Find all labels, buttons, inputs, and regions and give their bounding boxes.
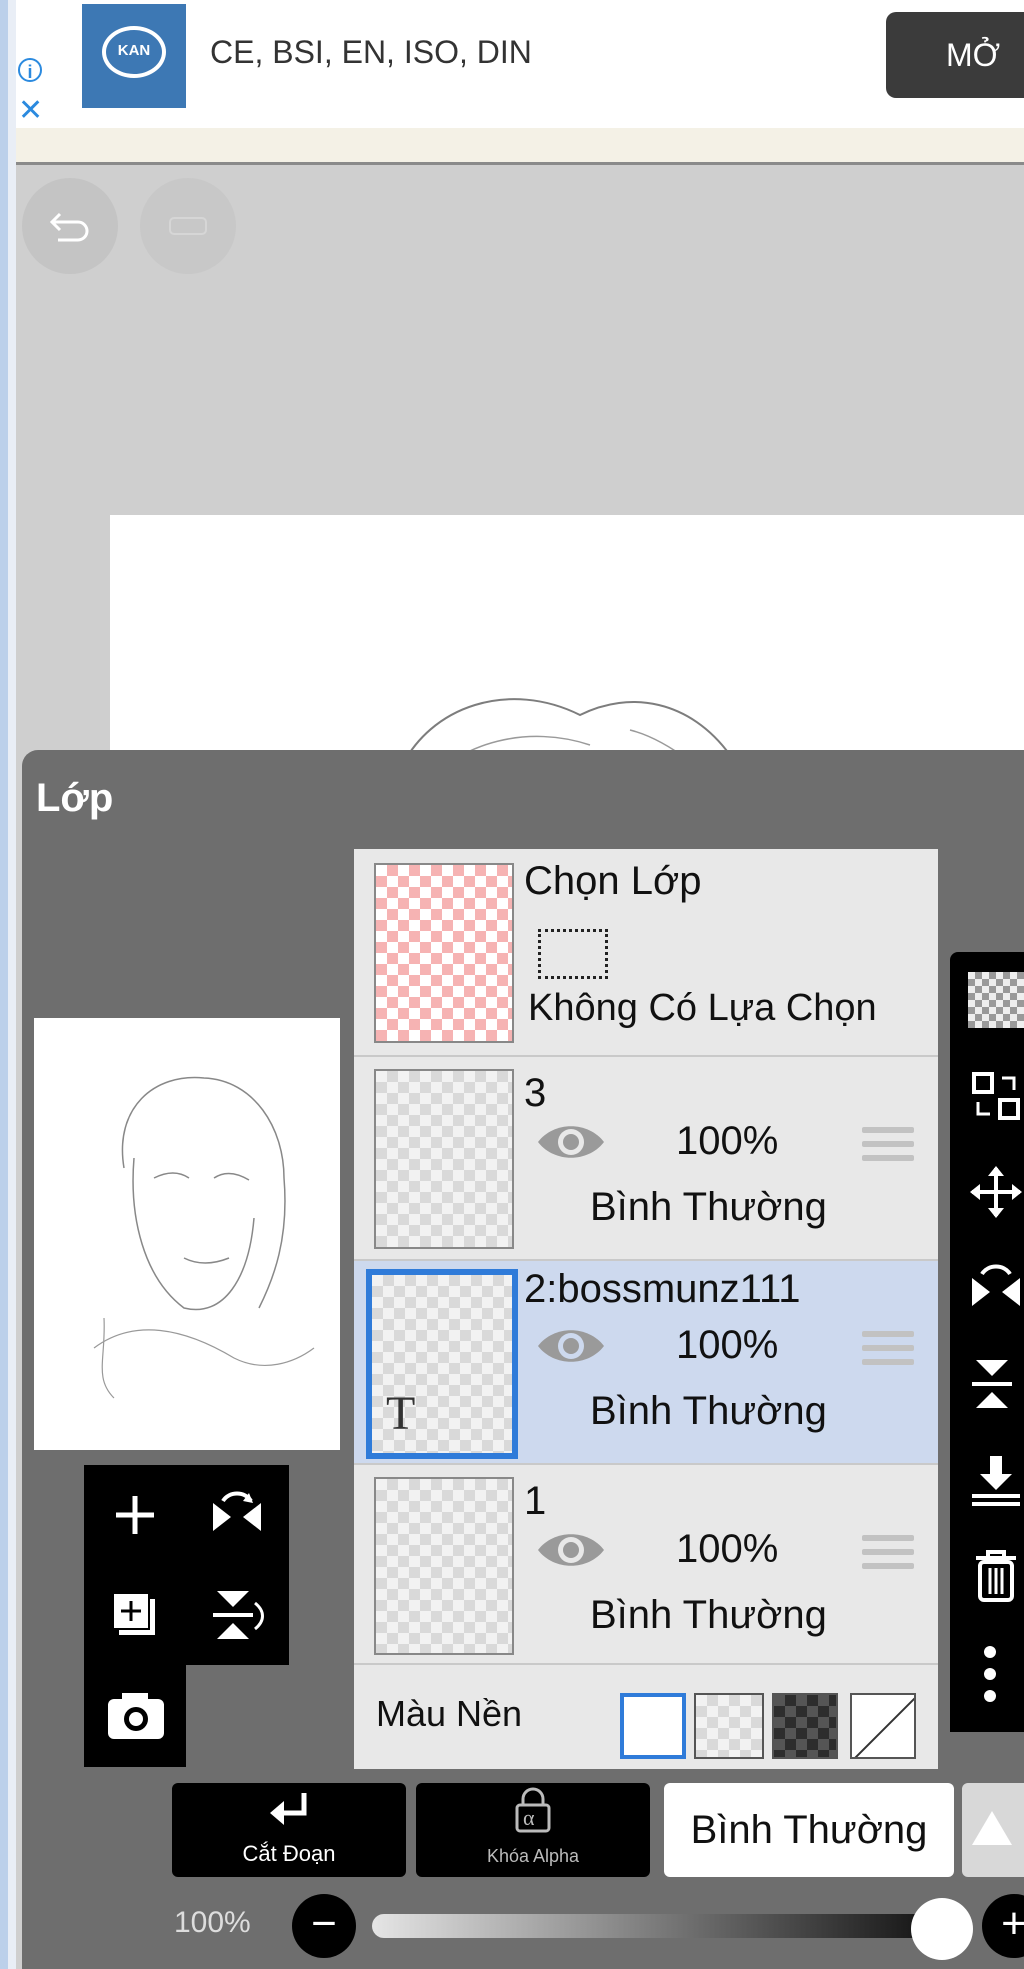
- left-edge-strip: [0, 0, 16, 1969]
- move-icon: [970, 1166, 1022, 1218]
- merge-down-button[interactable]: [968, 1452, 1024, 1512]
- eye-icon[interactable]: [534, 1527, 608, 1573]
- clipping-button[interactable]: Cắt Đoạn: [172, 1783, 406, 1877]
- flip-horizontal-icon: [213, 1491, 261, 1531]
- add-layer-button[interactable]: [84, 1465, 186, 1565]
- right-toolbar: [950, 952, 1024, 1732]
- opacity-slider-knob[interactable]: [911, 1898, 973, 1960]
- chevron-up-icon: [972, 1811, 1012, 1845]
- opacity-value: 100%: [174, 1906, 251, 1939]
- camera-icon: [108, 1693, 164, 1739]
- ad-banner[interactable]: i ✕ KAN CE, BSI, EN, ISO, DIN MỞ: [16, 0, 1024, 128]
- drag-handle-icon[interactable]: [862, 1331, 914, 1373]
- alpha-glyph: α: [523, 1805, 535, 1830]
- camera-button[interactable]: [84, 1665, 186, 1767]
- move-layer-button[interactable]: [968, 1164, 1024, 1224]
- duplicate-layer-icon: [112, 1592, 155, 1635]
- delete-layer-button[interactable]: [968, 1548, 1024, 1608]
- selection-status: Không Có Lựa Chọn: [528, 987, 877, 1029]
- more-vertical-icon: [984, 1646, 996, 1702]
- layer-row-2[interactable]: T 2:bossmunz111 100% Bình Thường: [354, 1261, 938, 1465]
- preview-sketch: [93, 1076, 315, 1399]
- layer-thumbnail: [374, 1069, 514, 1249]
- ad-text: CE, BSI, EN, ISO, DIN: [210, 34, 532, 70]
- layer-thumbnail: [374, 1477, 514, 1655]
- layer-thumbnail: T: [366, 1269, 518, 1459]
- ad-close-icon[interactable]: ✕: [18, 96, 43, 126]
- bg-swatch-transparent[interactable]: [694, 1693, 764, 1759]
- ad-open-button[interactable]: MỞ: [886, 12, 1024, 98]
- eye-icon[interactable]: [534, 1323, 608, 1369]
- layer-opacity: 100%: [676, 1527, 779, 1571]
- flip-horizontal-button[interactable]: [186, 1465, 288, 1565]
- opacity-decrease-button[interactable]: −: [292, 1894, 356, 1958]
- plus-icon: [116, 1496, 154, 1534]
- layer-name: 3: [524, 1071, 547, 1115]
- alpha-lock-label: Khóa Alpha: [486, 1846, 580, 1866]
- merge-down-icon: [972, 1456, 1020, 1506]
- redo-button[interactable]: [140, 178, 236, 274]
- opacity-slider-track[interactable]: [372, 1914, 942, 1938]
- bg-swatch-white[interactable]: [620, 1693, 686, 1759]
- ad-info-icon[interactable]: i: [18, 58, 42, 82]
- checker-icon: [968, 972, 1024, 1028]
- ad-bottom-strip: [16, 128, 1024, 165]
- layer-list: Chọn Lớp Không Có Lựa Chọn 3 100% Bình T…: [354, 849, 938, 1769]
- layer-blend-mode: Bình Thường: [590, 1593, 827, 1637]
- flip-vertical-icon: [972, 1360, 1012, 1408]
- ad-logo: KAN: [82, 4, 186, 108]
- selection-marquee-icon: [538, 929, 608, 979]
- text-layer-icon: T: [386, 1387, 416, 1440]
- canvas-preview[interactable]: [34, 1018, 340, 1450]
- flip-horizontal-tool-button[interactable]: [968, 1260, 1024, 1320]
- bg-swatch-none[interactable]: [850, 1693, 916, 1759]
- layer-name: 2:bossmunz111: [524, 1267, 801, 1311]
- alpha-lock-button[interactable]: α Khóa Alpha: [416, 1783, 650, 1877]
- flip-vertical-tool-button[interactable]: [968, 1356, 1024, 1416]
- selection-layer-row[interactable]: Chọn Lớp Không Có Lựa Chọn: [354, 849, 938, 1057]
- selection-layer-title: Chọn Lớp: [524, 859, 702, 903]
- layer-action-grid: [84, 1465, 289, 1665]
- background-color-row: Màu Nền: [354, 1665, 938, 1769]
- layer-blend-mode: Bình Thường: [590, 1389, 827, 1433]
- blend-mode-arrow[interactable]: [962, 1783, 1024, 1877]
- flip-vertical-button[interactable]: [186, 1565, 288, 1665]
- clip-arrow-icon: [270, 1793, 307, 1825]
- ad-logo-text: KAN: [102, 26, 166, 78]
- layer-row-1[interactable]: 1 100% Bình Thường: [354, 1465, 938, 1665]
- clipping-label: Cắt Đoạn: [242, 1841, 336, 1866]
- eye-icon[interactable]: [534, 1119, 608, 1165]
- drag-handle-icon[interactable]: [862, 1127, 914, 1169]
- layer-blend-mode: Bình Thường: [590, 1185, 827, 1229]
- trash-icon: [976, 1550, 1016, 1602]
- blend-mode-dropdown[interactable]: Bình Thường: [664, 1783, 954, 1877]
- layer-opacity: 100%: [676, 1119, 779, 1163]
- layer-name: 1: [524, 1479, 547, 1523]
- drag-handle-icon[interactable]: [862, 1535, 914, 1577]
- more-options-button[interactable]: [968, 1644, 1024, 1704]
- layer-opacity: 100%: [676, 1323, 779, 1367]
- background-color-label: Màu Nền: [376, 1693, 523, 1734]
- duplicate-layer-button[interactable]: [84, 1565, 186, 1665]
- bg-swatch-dark[interactable]: [772, 1693, 838, 1759]
- layer-row-3[interactable]: 3 100% Bình Thường: [354, 1057, 938, 1261]
- undo-icon: [49, 212, 89, 242]
- panel-title: Lớp: [36, 776, 114, 820]
- transparency-tool-button[interactable]: [968, 972, 1024, 1032]
- flip-horizontal-icon: [972, 1264, 1020, 1306]
- layer-convert-button[interactable]: [968, 1068, 1024, 1128]
- undo-button[interactable]: [22, 178, 118, 274]
- flip-vertical-icon: [213, 1591, 264, 1639]
- convert-icon: [972, 1072, 1020, 1120]
- selection-layer-thumbnail: [374, 863, 514, 1043]
- redo-icon: [169, 217, 207, 235]
